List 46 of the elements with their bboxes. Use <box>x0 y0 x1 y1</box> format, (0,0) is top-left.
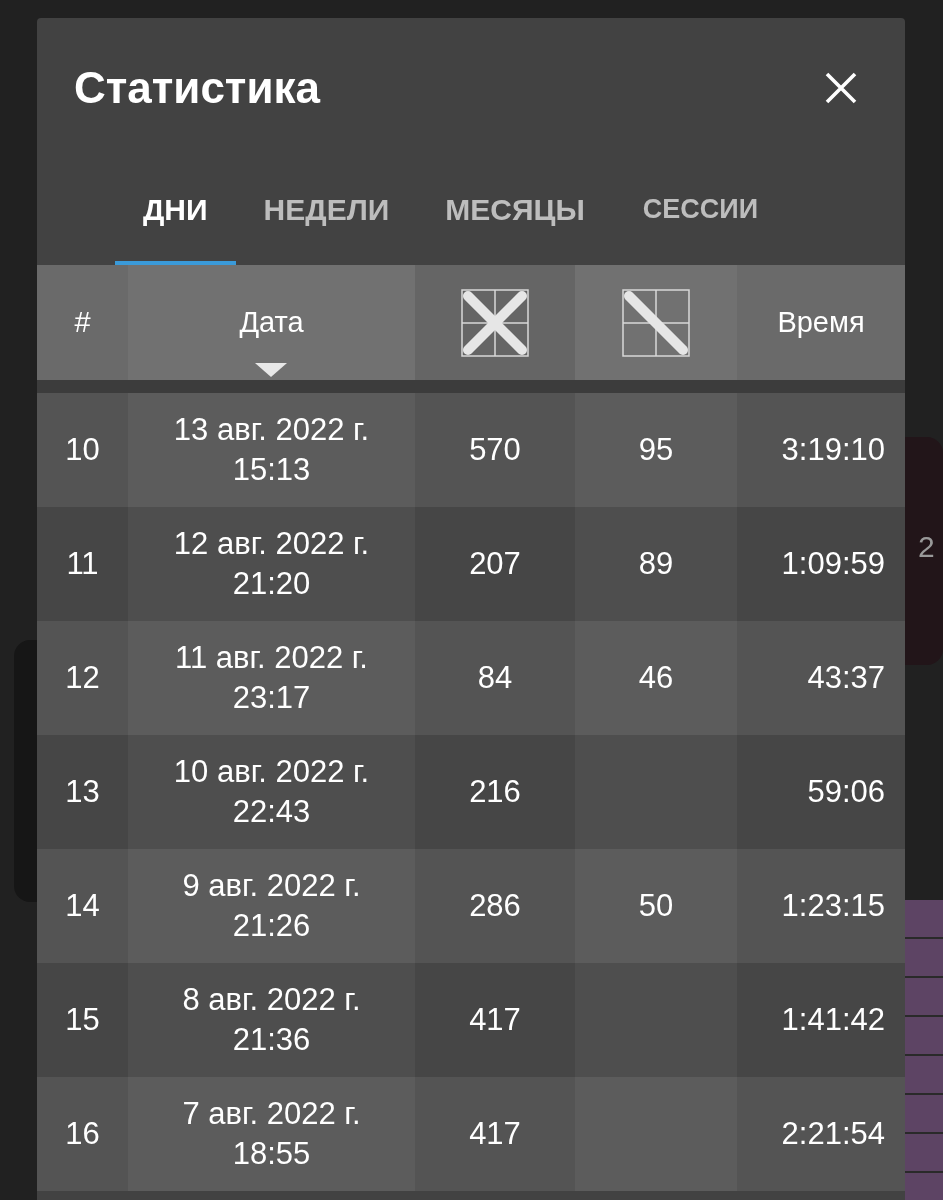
table-cell: 43:37 <box>737 621 905 735</box>
table-cell: 13 <box>37 735 128 849</box>
table-cell: 13 авг. 2022 г. 15:13 <box>128 393 415 507</box>
table-cell: 12 авг. 2022 г. 21:20 <box>128 507 415 621</box>
table-cell: 15 <box>37 963 128 1077</box>
column-header[interactable]: # <box>37 265 128 380</box>
column-header[interactable] <box>415 265 575 380</box>
close-button[interactable] <box>823 70 859 106</box>
table-cell: 8 авг. 2022 г. 21:36 <box>128 963 415 1077</box>
table-cell: 50 <box>575 849 737 963</box>
table-cell: 1:09:59 <box>737 507 905 621</box>
table-cell: 1:23:15 <box>737 849 905 963</box>
table-cell: 10 авг. 2022 г. 22:43 <box>128 735 415 849</box>
table-cell: 95 <box>575 393 737 507</box>
grid-cross-icon <box>461 288 529 357</box>
table-cell: 46 <box>575 621 737 735</box>
table-cell: 2:21:54 <box>737 1077 905 1191</box>
table-cell: 1:41:42 <box>737 963 905 1077</box>
table-cell: 7 авг. 2022 г. 18:55 <box>128 1077 415 1191</box>
background-count: 2 <box>918 530 935 564</box>
table-cell: 10 <box>37 393 128 507</box>
table-cell: 14 <box>37 849 128 963</box>
close-icon <box>825 72 857 104</box>
table-cell: 9 авг. 2022 г. 21:26 <box>128 849 415 963</box>
column-header[interactable]: Время <box>737 265 905 380</box>
table-cell: 3:19:10 <box>737 393 905 507</box>
table-cell: 417 <box>415 963 575 1077</box>
tab[interactable]: МЕСЯЦЫ <box>417 158 613 265</box>
table-cell: 59:06 <box>737 735 905 849</box>
table-cell: 570 <box>415 393 575 507</box>
table-cell: 286 <box>415 849 575 963</box>
table-cell: 16 <box>37 1077 128 1191</box>
table-cell: 207 <box>415 507 575 621</box>
table-cell: 216 <box>415 735 575 849</box>
table-cell: 11 авг. 2022 г. 23:17 <box>128 621 415 735</box>
grid-diagonal-icon <box>622 288 690 357</box>
column-header[interactable]: Дата <box>128 265 415 380</box>
tab[interactable]: НЕДЕЛИ <box>235 158 418 265</box>
table-cell: 12 <box>37 621 128 735</box>
table-cell: 84 <box>415 621 575 735</box>
column-header[interactable] <box>575 265 737 380</box>
tab[interactable]: СЕССИИ <box>612 158 787 265</box>
table-cell: 417 <box>415 1077 575 1191</box>
dialog-title: Статистика <box>74 63 320 113</box>
table-cell: 89 <box>575 507 737 621</box>
table-cell: 11 <box>37 507 128 621</box>
